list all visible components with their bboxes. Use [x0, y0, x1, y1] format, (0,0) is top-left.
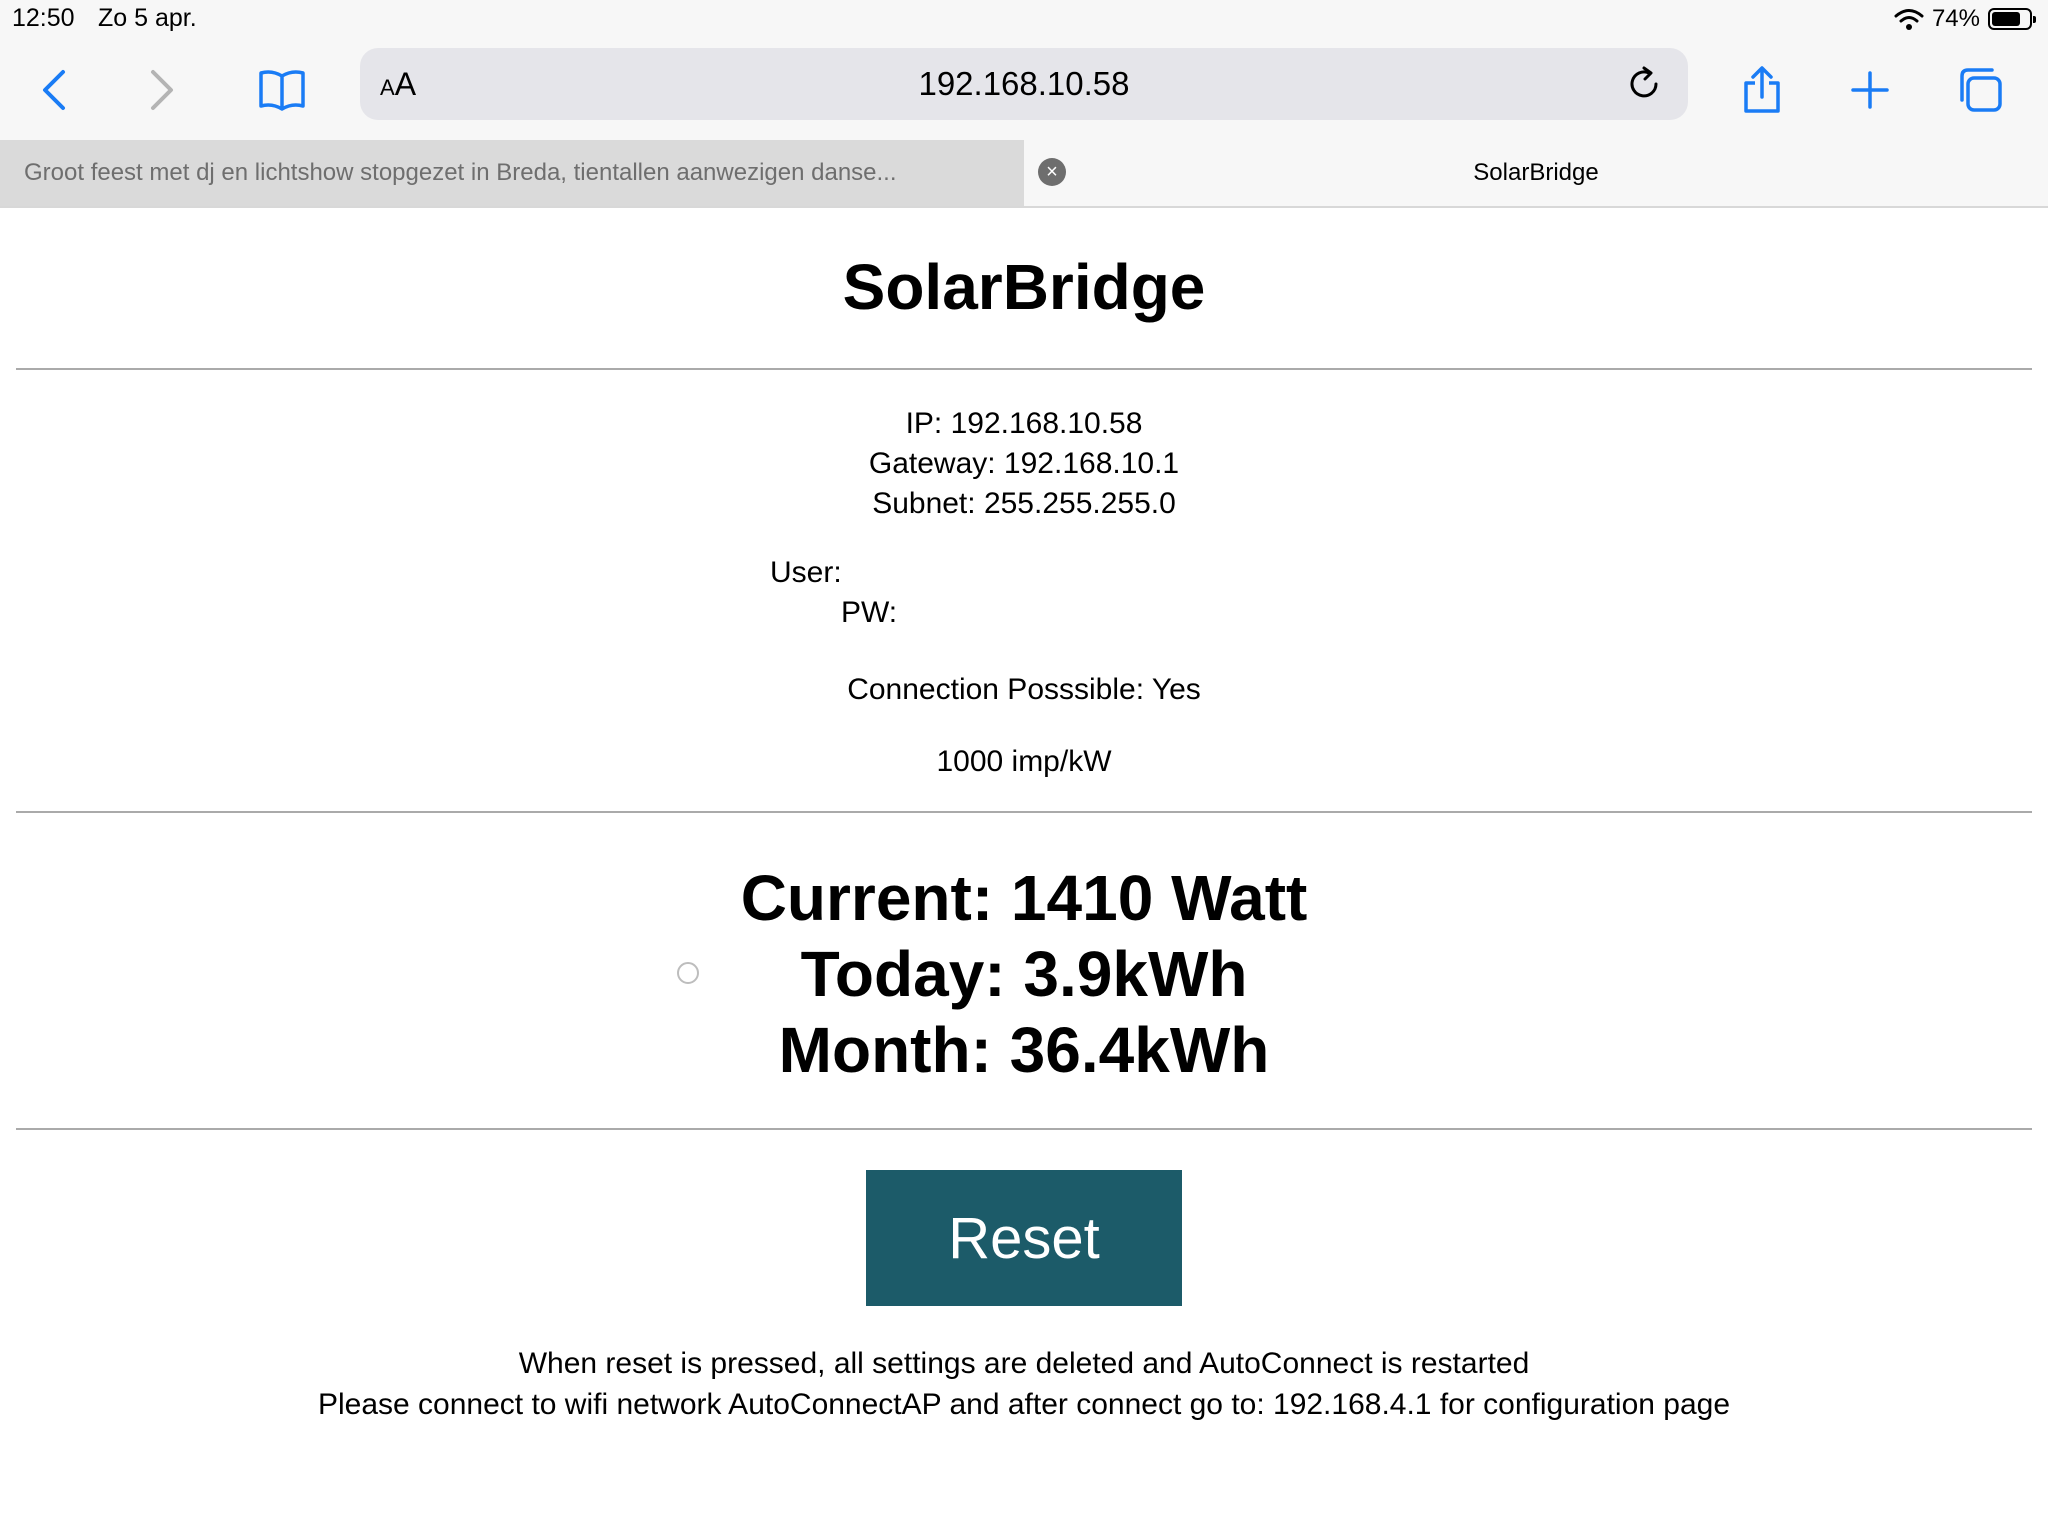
today-energy: Today: 3.9kWh: [800, 938, 1248, 1010]
reset-note-line2: Please connect to wifi network AutoConne…: [317, 1388, 1731, 1421]
status-date: Zo 5 apr.: [98, 4, 197, 32]
divider: [16, 1128, 2032, 1130]
month-energy: Month: 36.4kWh: [778, 1014, 1270, 1086]
chevron-left-icon: [43, 70, 65, 110]
address-bar[interactable]: AA 192.168.10.58: [360, 48, 1688, 120]
back-button[interactable]: [22, 58, 86, 122]
ip-text: IP: 192.168.10.58: [905, 407, 1143, 440]
share-icon: [1744, 66, 1780, 113]
current-power: Current: 1410 Watt: [740, 862, 1308, 934]
reload-icon[interactable]: [1624, 64, 1664, 104]
gateway-text: Gateway: 192.168.10.1: [868, 447, 1180, 480]
chevron-right-icon: [151, 70, 173, 110]
tab-strip: Groot feest met dj en lichtshow stopgeze…: [0, 140, 2048, 208]
address-url[interactable]: 192.168.10.58: [360, 65, 1688, 103]
battery-icon: [1988, 8, 2036, 30]
bookmarks-button[interactable]: [250, 58, 314, 122]
status-time: 12:50: [12, 4, 75, 32]
forward-button[interactable]: [130, 58, 194, 122]
subnet-text: Subnet: 255.255.255.0: [872, 487, 1176, 520]
reset-button[interactable]: Reset: [866, 1170, 1182, 1306]
browser-toolbar: AA 192.168.10.58: [0, 40, 2048, 140]
divider: [16, 811, 2032, 813]
share-button[interactable]: [1730, 58, 1794, 122]
new-tab-button[interactable]: [1838, 58, 1902, 122]
tab-solarbridge-label: SolarBridge: [1473, 159, 1599, 186]
bookmarks-icon: [259, 70, 305, 111]
reset-note-line1: When reset is pressed, all settings are …: [518, 1347, 1530, 1380]
tab-news[interactable]: Groot feest met dj en lichtshow stopgeze…: [0, 140, 1024, 206]
tabs-overview-button[interactable]: [1948, 58, 2012, 122]
plus-icon: [1851, 71, 1889, 109]
wifi-icon: [1894, 9, 1924, 30]
reset-note: When reset is pressed, all settings are …: [0, 1343, 2048, 1425]
connection-status: Connection Posssible: Yes: [847, 673, 1201, 706]
pw-label: PW:: [841, 596, 898, 629]
page-content: SolarBridge IP: 192.168.10.58 Gateway: 1…: [0, 208, 2048, 1536]
user-label: User:: [770, 556, 842, 589]
impulse-rate: 1000 imp/kW: [936, 745, 1112, 778]
radio-button[interactable]: [677, 962, 699, 984]
status-right: 74%: [1894, 5, 2036, 33]
status-bar: 12:50 Zo 5 apr. 74%: [0, 0, 2048, 40]
tab-news-label: Groot feest met dj en lichtshow stopgeze…: [24, 159, 897, 186]
divider: [16, 368, 2032, 370]
tab-solarbridge[interactable]: SolarBridge: [1024, 140, 2048, 206]
page-title: SolarBridge: [842, 251, 1206, 323]
battery-percent: 74%: [1931, 5, 1980, 32]
tabs-icon: [1960, 68, 2002, 112]
energy-stats: Current: 1410 Watt Today: 3.9kWh Month: …: [0, 860, 2048, 1088]
